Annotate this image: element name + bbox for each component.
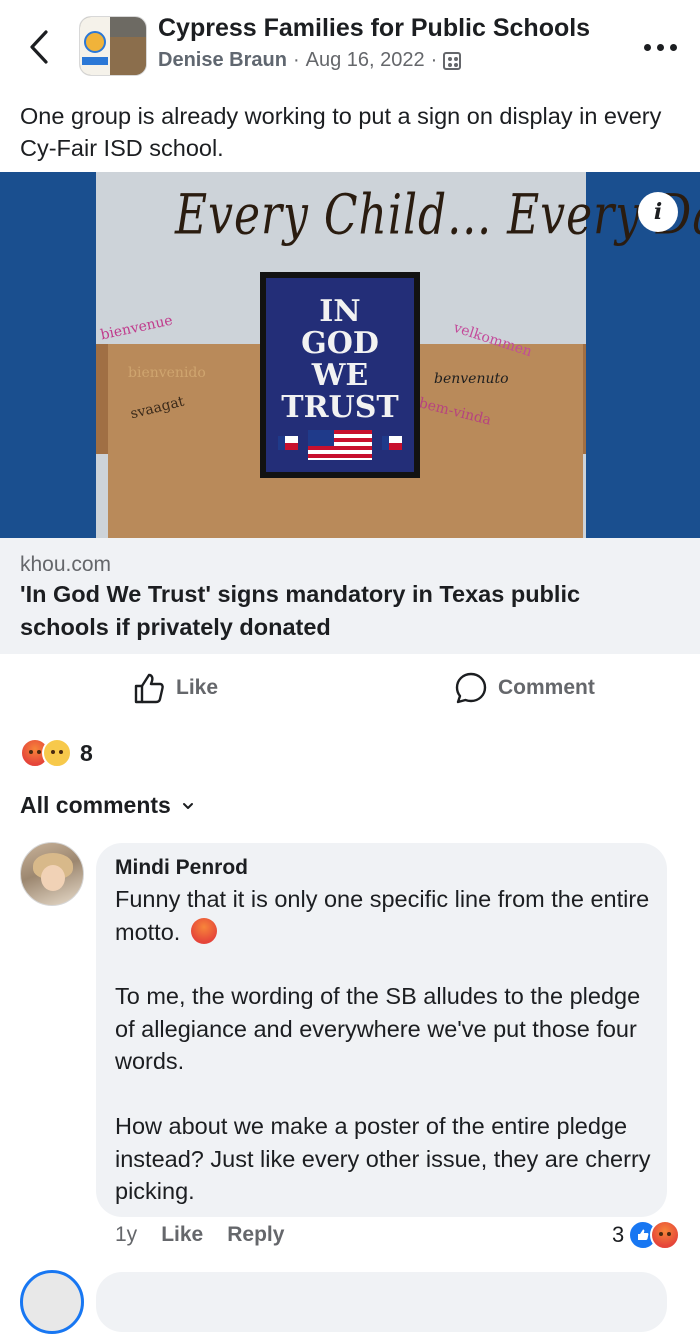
comments-filter-label: All comments [20, 792, 171, 818]
comment-actions: 1y Like Reply [115, 1223, 284, 1247]
comment-paragraph: Funny that it is only one specific line … [115, 886, 650, 945]
back-button[interactable] [22, 24, 58, 70]
reactions-summary[interactable]: 8 [20, 736, 93, 770]
comment-reply-button[interactable]: Reply [227, 1223, 284, 1247]
sad-reaction-icon [42, 738, 72, 768]
post-date[interactable]: Aug 16, 2022 [306, 49, 425, 72]
welcome-word: benvenuto [434, 371, 509, 387]
post-header: Cypress Families for Public Schools Deni… [0, 0, 700, 92]
commenter-avatar[interactable] [20, 842, 84, 906]
sign-line: TRUST [281, 390, 399, 425]
post-author[interactable]: Denise Braun [158, 49, 287, 72]
comment-reactions[interactable]: 3 [612, 1220, 681, 1250]
group-avatar[interactable] [79, 16, 147, 76]
post-meta: Denise Braun · Aug 16, 2022 · [158, 49, 462, 72]
like-button[interactable]: Like [132, 668, 218, 708]
texas-flag-icon [382, 436, 402, 450]
link-title[interactable]: 'In God We Trust' signs mandatory in Tex… [20, 578, 660, 644]
chevron-left-icon [30, 30, 48, 64]
sign-line: IN [319, 294, 361, 329]
angry-emoji-icon [190, 917, 217, 944]
more-options-button[interactable] [638, 36, 682, 58]
comment-time[interactable]: 1y [115, 1223, 137, 1247]
more-dots-icon [643, 43, 651, 51]
commenter-name[interactable]: Mindi Penrod [115, 856, 248, 880]
comment-label: Comment [498, 676, 595, 699]
comment-reaction-count: 3 [612, 1222, 625, 1247]
like-label: Like [176, 676, 219, 699]
in-god-we-trust-sign: IN GOD WE TRUST [260, 272, 420, 478]
welcome-word: bienvenido [128, 365, 206, 381]
info-icon: i [653, 199, 663, 225]
comment-button[interactable]: Comment [454, 668, 595, 708]
reaction-count: 8 [80, 739, 93, 766]
meta-separator: · [292, 49, 300, 71]
info-button[interactable]: i [638, 192, 678, 232]
sign-line: GOD [301, 326, 379, 361]
link-preview-image[interactable]: Every Child... Every Day bienvenue bienv… [0, 172, 700, 538]
comment-like-button[interactable]: Like [161, 1223, 203, 1247]
texas-flag-icon [278, 436, 298, 450]
comment-bubble-icon [455, 672, 487, 704]
comments-filter-dropdown[interactable]: All comments [20, 792, 195, 819]
sign-line: WE [311, 358, 369, 393]
next-comment-bubble[interactable] [96, 1272, 667, 1332]
post-text: One group is already working to put a si… [20, 103, 662, 161]
thumbs-up-icon [134, 673, 164, 704]
group-members-icon [443, 51, 462, 70]
comment-paragraph: How about we make a poster of the entire… [115, 1113, 651, 1204]
us-flag-icon [308, 430, 372, 460]
comment-paragraph: To me, the wording of the SB alludes to … [115, 983, 641, 1074]
link-domain: khou.com [20, 553, 112, 576]
meta-separator: · [430, 49, 438, 71]
chevron-down-icon [182, 802, 193, 809]
group-name[interactable]: Cypress Families for Public Schools [158, 14, 590, 43]
angry-reaction-icon [650, 1220, 681, 1250]
image-slogan: Every Child... Every Day [175, 183, 700, 248]
